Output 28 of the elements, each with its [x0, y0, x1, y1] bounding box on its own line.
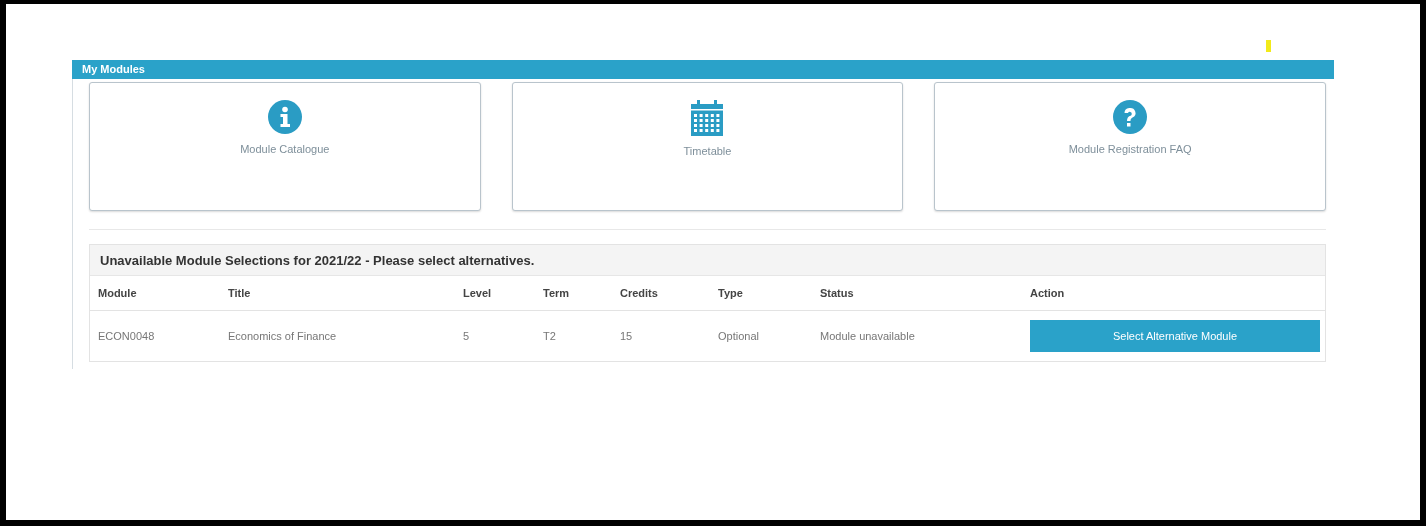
column-header: Term — [543, 287, 571, 299]
highlight-mark — [1266, 40, 1271, 52]
table-cell-text: 5 — [463, 330, 471, 342]
card-label: Timetable — [683, 145, 732, 157]
table-cell-text: 15 — [620, 330, 634, 342]
column-header: Type — [718, 287, 744, 299]
info-icon — [267, 100, 302, 134]
section-title: Unavailable Module Selections for 2021/22 - Please select alternatives. — [90, 245, 1325, 276]
table-cell-text: Economics of Finance — [228, 330, 338, 342]
column-header: Action — [1030, 287, 1066, 299]
column-header: Title — [228, 287, 252, 299]
column-header: Status — [820, 287, 855, 299]
calendar-icon — [691, 100, 724, 136]
table-cell-text: T2 — [543, 330, 557, 342]
card-label: Module Catalogue — [240, 143, 330, 155]
panel-header: My Modules — [72, 60, 1334, 79]
link-card[interactable]: Module Registration FAQ — [934, 82, 1326, 211]
table-cell-text: Optional — [718, 330, 760, 342]
card-label: Module Registration FAQ — [1068, 143, 1192, 155]
link-card[interactable]: Timetable — [511, 82, 904, 211]
column-header: Module — [98, 287, 138, 299]
table-cell-text: ECON0048 — [98, 330, 156, 342]
column-header: Credits — [620, 287, 659, 299]
help-icon — [1113, 100, 1148, 134]
column-header: Level — [463, 287, 493, 299]
link-card[interactable]: Module Catalogue — [89, 82, 481, 211]
table-cell-text: Module unavailable — [820, 330, 916, 342]
select-alternative-button[interactable]: Select Alternative Module — [1030, 320, 1320, 352]
